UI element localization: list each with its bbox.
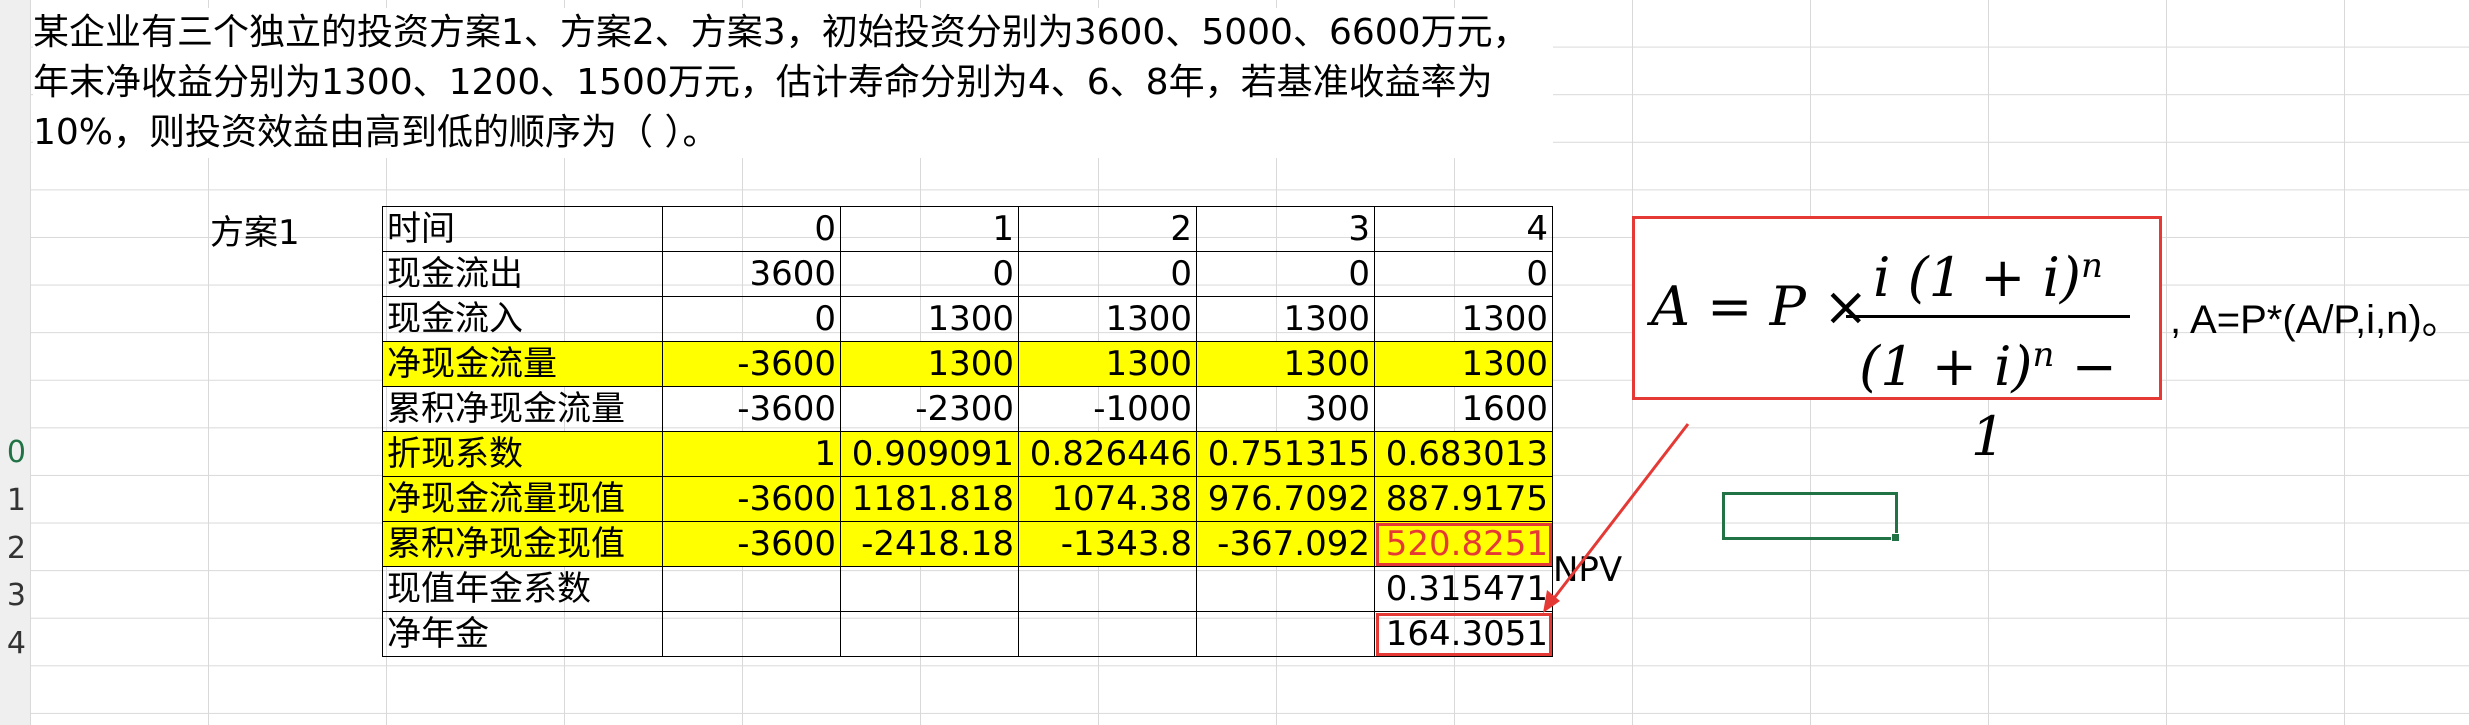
annotation-arrow — [1543, 423, 1690, 613]
